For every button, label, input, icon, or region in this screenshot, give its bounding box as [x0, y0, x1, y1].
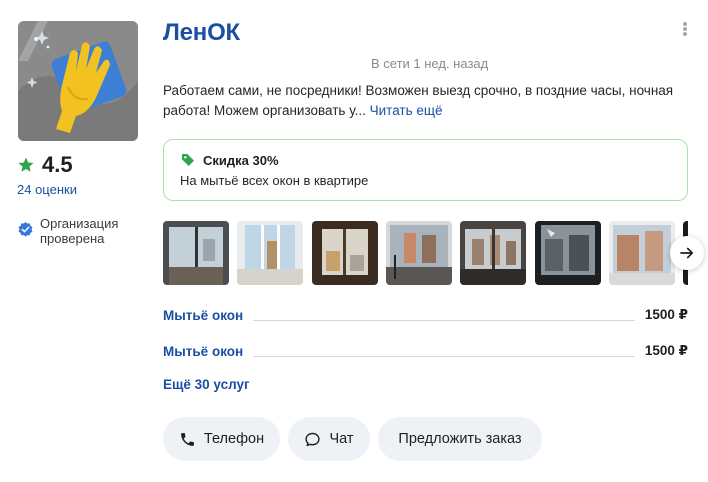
promo-text: На мытьё всех окон в квартире	[180, 173, 369, 188]
gallery-photo[interactable]	[609, 221, 675, 285]
service-name[interactable]: Мытьё окон	[163, 344, 243, 359]
service-price: 1500 ₽	[644, 307, 688, 322]
vertical-dots-icon	[683, 22, 687, 26]
price-tag-icon	[182, 154, 194, 166]
price-leader-line	[253, 355, 635, 357]
gallery-photo[interactable]	[460, 221, 526, 285]
star-icon	[18, 157, 34, 172]
provider-avatar[interactable]	[18, 21, 138, 141]
offer-order-label: Предложить заказ	[398, 431, 522, 447]
chat-bubble-icon	[305, 432, 321, 446]
gallery-next-button[interactable]	[670, 236, 704, 270]
service-name[interactable]: Мытьё окон	[163, 308, 243, 323]
rating: 4.5	[17, 152, 73, 178]
phone-label: Телефон	[203, 431, 265, 447]
provider-card: 4.5 24 оценки Организация проверена ЛенО…	[0, 0, 708, 482]
arrow-right-icon	[680, 247, 694, 259]
verified-badge: Организация проверена	[17, 216, 136, 246]
more-services-link[interactable]: Ещё 30 услуг	[163, 377, 250, 392]
price-leader-line	[253, 319, 635, 321]
service-price-row: Мытьё окон 1500 ₽	[163, 341, 688, 361]
service-price: 1500 ₽	[644, 343, 688, 358]
photo-gallery	[163, 221, 688, 285]
online-status: В сети 1 нед. назад	[371, 56, 489, 71]
gallery-photo[interactable]	[535, 221, 601, 285]
reviews-link[interactable]: 24 оценки	[17, 182, 77, 197]
verified-check-icon	[18, 222, 33, 237]
promo-title: Скидка 30%	[203, 152, 279, 168]
chat-button[interactable]: Чат	[288, 417, 370, 461]
discount-promo: Скидка 30% На мытьё всех окон в квартире	[163, 139, 688, 201]
read-more-link[interactable]: Читать ещё	[370, 103, 443, 118]
verified-label: Организация проверена	[40, 216, 119, 246]
phone-button[interactable]: Телефон	[163, 417, 280, 461]
gallery-photo[interactable]	[386, 221, 452, 285]
rating-value: 4.5	[42, 152, 73, 177]
chat-label: Чат	[329, 431, 354, 447]
gallery-photo[interactable]	[312, 221, 378, 285]
offer-order-button[interactable]: Предложить заказ	[378, 417, 542, 461]
more-options-button[interactable]	[678, 19, 692, 39]
gallery-photo[interactable]	[163, 221, 229, 285]
provider-name[interactable]: ЛенОК	[163, 19, 240, 47]
gallery-photo[interactable]	[237, 221, 303, 285]
service-price-row: Мытьё окон 1500 ₽	[163, 305, 688, 325]
phone-icon	[181, 432, 194, 446]
description: Работаем сами, не посредники! Возможен в…	[163, 81, 683, 121]
